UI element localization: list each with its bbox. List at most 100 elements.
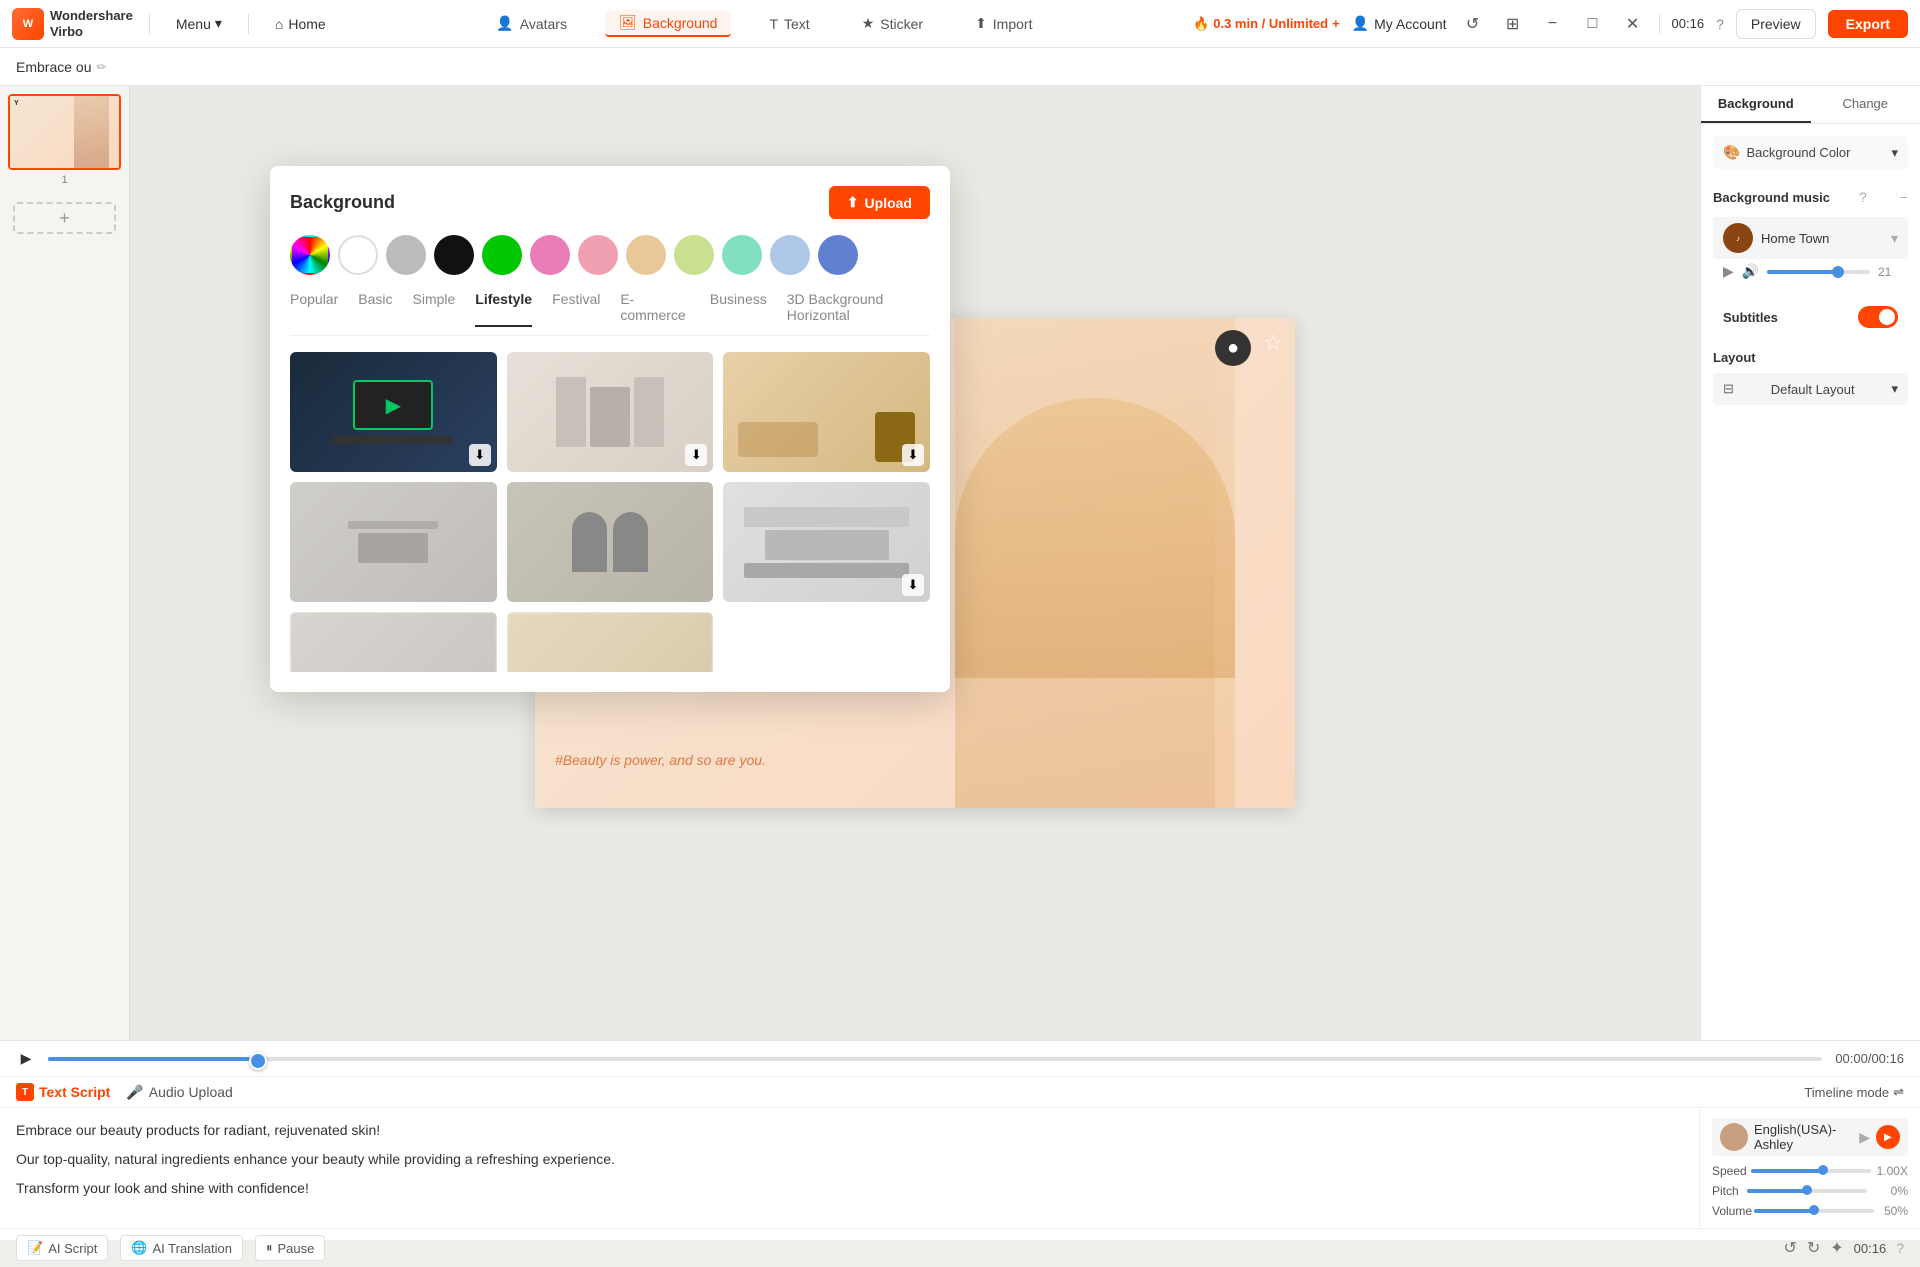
logo-text: WondershareVirbo: [50, 8, 133, 39]
voice-selector[interactable]: English(USA)-Ashley ▶ ▶: [1712, 1118, 1908, 1156]
background-color-header[interactable]: 🎨 Background Color ▾: [1713, 136, 1908, 169]
swatch-pink1[interactable]: [530, 235, 570, 275]
upload-button[interactable]: ⬆ Upload: [829, 186, 930, 219]
tab-avatars[interactable]: 👤 Avatars: [482, 11, 581, 36]
home-button[interactable]: ⌂ Home: [265, 12, 336, 36]
redo-icon[interactable]: ↻: [1807, 1238, 1820, 1258]
menu-label: Menu: [176, 16, 211, 32]
volume-slider-voice[interactable]: [1754, 1209, 1874, 1213]
download-icon[interactable]: ⬇: [685, 444, 707, 466]
volume-icon[interactable]: 🔊: [1742, 263, 1759, 280]
timeline-mode-label: Timeline mode: [1804, 1085, 1889, 1100]
edit-icon[interactable]: ✏: [96, 60, 106, 74]
tab-background[interactable]: 🖼 Background: [605, 10, 732, 37]
app-logo: W WondershareVirbo: [12, 8, 133, 40]
cat-popular[interactable]: Popular: [290, 291, 338, 327]
bg-item-6[interactable]: ⬇: [723, 482, 930, 602]
script-line-2: Our top-quality, natural ingredients enh…: [16, 1147, 1683, 1172]
volume-row: ▶ 🔊 21: [1713, 259, 1908, 284]
tab-import[interactable]: ⬆ Import: [961, 11, 1046, 36]
logo-icon: W: [12, 8, 44, 40]
swatch-teal[interactable]: [722, 235, 762, 275]
pause-button[interactable]: ⏸ Pause: [255, 1235, 325, 1261]
play-button[interactable]: ▶: [16, 1049, 36, 1069]
swatch-lgray[interactable]: [386, 235, 426, 275]
avatars-icon: 👤: [496, 15, 513, 32]
bg-item-8[interactable]: [507, 612, 714, 672]
script-text-area[interactable]: Embrace our beauty products for radiant,…: [0, 1108, 1700, 1228]
home-icon: ⌂: [275, 16, 283, 32]
ai-script-label: AI Script: [48, 1241, 97, 1256]
swatch-lgreen[interactable]: [674, 235, 714, 275]
minimize-icon[interactable]: −: [1539, 10, 1567, 38]
ai-translation-button[interactable]: 🌐 AI Translation: [120, 1235, 243, 1261]
ai-script-icon: 📝: [27, 1240, 43, 1256]
bg-item-7[interactable]: [290, 612, 497, 672]
my-account-button[interactable]: 👤 My Account: [1352, 15, 1447, 32]
export-button[interactable]: Export: [1828, 10, 1908, 38]
slide-1-thumb[interactable]: Y 1: [0, 86, 129, 194]
add-time-icon[interactable]: +: [1332, 16, 1340, 31]
swatch-blue[interactable]: [818, 235, 858, 275]
layout-dropdown[interactable]: ⊟ Default Layout ▾: [1713, 373, 1908, 405]
undo-icon[interactable]: ↺: [1783, 1238, 1796, 1258]
cat-basic[interactable]: Basic: [358, 291, 392, 327]
color-swatches: [290, 235, 930, 275]
voice-name: English(USA)-Ashley: [1754, 1122, 1853, 1152]
menu-button[interactable]: Menu ▾: [166, 11, 232, 36]
my-account-label: My Account: [1374, 16, 1446, 32]
right-tab-change[interactable]: Change: [1811, 86, 1920, 123]
timeline-track[interactable]: [48, 1057, 1822, 1061]
tab-sticker[interactable]: ★ Sticker: [848, 11, 937, 36]
add-slide-button[interactable]: +: [13, 202, 116, 234]
download-icon[interactable]: ⬇: [902, 444, 924, 466]
help-icon[interactable]: ?: [1716, 16, 1724, 32]
grid-icon[interactable]: ⊞: [1499, 10, 1527, 38]
cat-lifestyle[interactable]: Lifestyle: [475, 291, 532, 327]
timeline-mode-button[interactable]: Timeline mode ⇌: [1804, 1084, 1904, 1100]
cat-ecommerce[interactable]: E-commerce: [620, 291, 690, 327]
subtitles-toggle[interactable]: [1858, 306, 1898, 328]
pitch-slider[interactable]: [1747, 1189, 1867, 1193]
bg-item-3[interactable]: ⬇: [723, 352, 930, 472]
swatch-gradient[interactable]: [290, 235, 330, 275]
audio-upload-button[interactable]: 🎤 Audio Upload: [126, 1084, 233, 1101]
magic-wand-icon[interactable]: ✦: [1830, 1238, 1843, 1258]
preview-button[interactable]: Preview: [1736, 9, 1816, 39]
maximize-icon[interactable]: □: [1579, 10, 1607, 38]
text-script-button[interactable]: T Text Script: [16, 1083, 110, 1101]
bg-item-5[interactable]: [507, 482, 714, 602]
cat-simple[interactable]: Simple: [413, 291, 456, 327]
cat-3d[interactable]: 3D Background Horizontal: [787, 291, 930, 327]
download-icon[interactable]: ⬇: [469, 444, 491, 466]
close-icon[interactable]: ✕: [1619, 10, 1647, 38]
ai-script-button[interactable]: 📝 AI Script: [16, 1235, 108, 1261]
background-grid: ▶ ⬇ ⬇: [290, 352, 930, 672]
music-help-icon[interactable]: ?: [1859, 189, 1867, 205]
music-close-icon[interactable]: −: [1900, 189, 1908, 205]
tab-text[interactable]: T Text: [755, 12, 823, 36]
swatch-black[interactable]: [434, 235, 474, 275]
play-pause-icon[interactable]: ▶: [1723, 263, 1734, 280]
bg-item-4[interactable]: [290, 482, 497, 602]
swatch-tan[interactable]: [626, 235, 666, 275]
help-bottom-icon[interactable]: ?: [1896, 1240, 1904, 1256]
speed-slider[interactable]: [1751, 1169, 1871, 1173]
music-chevron-icon[interactable]: ▾: [1891, 230, 1898, 247]
swatch-pink2[interactable]: [578, 235, 618, 275]
bg-item-2[interactable]: ⬇: [507, 352, 714, 472]
swatch-lblue[interactable]: [770, 235, 810, 275]
bg-item-1[interactable]: ▶ ⬇: [290, 352, 497, 472]
voice-play-button[interactable]: ▶: [1876, 1125, 1900, 1149]
right-tab-background[interactable]: Background: [1701, 86, 1811, 123]
cat-business[interactable]: Business: [710, 291, 767, 327]
sticker-icon: ★: [862, 15, 875, 32]
cat-festival[interactable]: Festival: [552, 291, 600, 327]
user-avatar-icon[interactable]: ●: [1215, 330, 1251, 366]
download-icon[interactable]: ⬇: [902, 574, 924, 596]
swatch-white[interactable]: [338, 235, 378, 275]
star-icon[interactable]: ☆: [1263, 330, 1283, 356]
swatch-green[interactable]: [482, 235, 522, 275]
refresh-icon[interactable]: ↺: [1459, 10, 1487, 38]
volume-slider[interactable]: [1767, 270, 1870, 274]
